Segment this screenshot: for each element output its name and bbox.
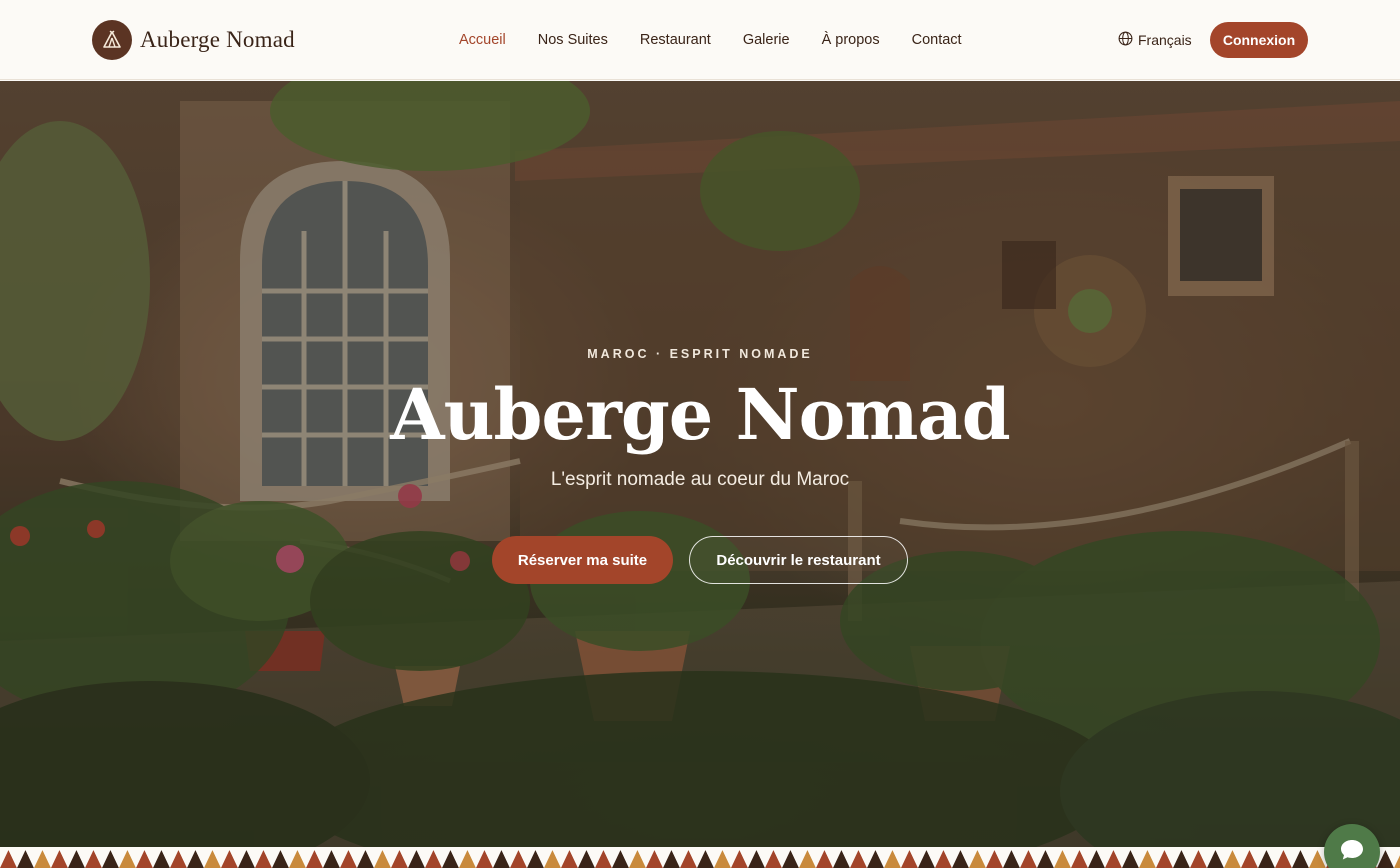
language-selector[interactable]: Français	[1118, 31, 1192, 49]
hero-title: Auberge Nomad	[390, 373, 1010, 456]
nav-item-a-propos[interactable]: À propos	[822, 32, 880, 48]
hero-section: MAROC · ESPRIT NOMADE Auberge Nomad L'es…	[0, 81, 1400, 847]
nav-item-accueil[interactable]: Accueil	[459, 32, 506, 48]
brand-name: Auberge Nomad	[140, 27, 295, 52]
globe-icon	[1118, 31, 1133, 49]
discover-restaurant-button[interactable]: Découvrir le restaurant	[689, 536, 908, 584]
language-label: Français	[1138, 32, 1192, 48]
hero-eyebrow: MAROC · ESPRIT NOMADE	[587, 347, 813, 361]
decorative-pattern-strip	[0, 847, 1400, 868]
site-header: Auberge Nomad Accueil Nos Suites Restaur…	[0, 0, 1400, 80]
brand-logo-link[interactable]: Auberge Nomad	[92, 20, 295, 60]
login-button[interactable]: Connexion	[1210, 22, 1308, 58]
book-suite-button[interactable]: Réserver ma suite	[492, 536, 673, 584]
nav-item-contact[interactable]: Contact	[912, 32, 962, 48]
nav-item-restaurant[interactable]: Restaurant	[640, 32, 711, 48]
main-nav: Accueil Nos Suites Restaurant Galerie À …	[459, 0, 962, 80]
nav-item-nos-suites[interactable]: Nos Suites	[538, 32, 608, 48]
tent-icon	[92, 20, 132, 60]
hero-content: MAROC · ESPRIT NOMADE Auberge Nomad L'es…	[0, 81, 1400, 847]
nav-item-galerie[interactable]: Galerie	[743, 32, 790, 48]
hero-subtitle: L'esprit nomade au coeur du Maroc	[550, 469, 850, 490]
chat-bubble-icon	[1339, 838, 1365, 867]
